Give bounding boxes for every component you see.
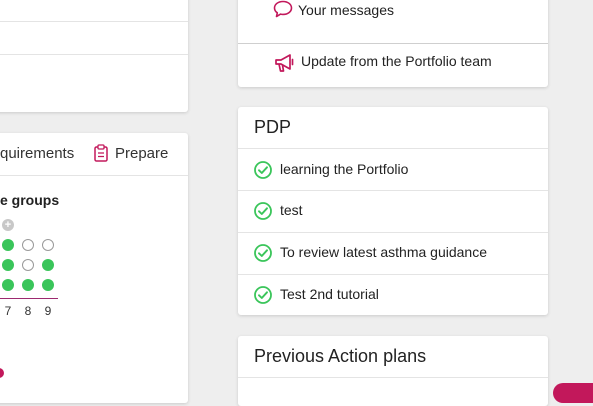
progress-dot [42,259,54,271]
check-circle-icon [254,202,272,220]
column-number: 8 [24,304,32,318]
pdp-item-label: To review latest asthma guidance [280,244,487,260]
pdp-item[interactable]: learning the Portfolio [238,149,548,190]
previous-action-plans-card: Previous Action plans [238,336,548,406]
messages-label: Your messages [298,2,394,18]
column-number: 7 [4,304,12,318]
megaphone-icon [275,54,294,72]
previous-action-plans-title: Previous Action plans [254,346,427,366]
requirements-card: quirements Prepare e groups + 7 8 9 [0,133,188,403]
divider [0,175,188,176]
pdp-item-label: test [280,202,303,218]
progress-dot [42,239,54,251]
check-circle-icon [254,161,272,179]
check-circle-icon [254,244,272,262]
update-row[interactable]: Update from the Portfolio team [238,44,548,87]
update-label: Update from the Portfolio team [301,53,492,69]
tab-prepare[interactable]: Prepare [115,145,168,162]
divider [0,21,188,22]
progress-dot [2,239,14,251]
divider [238,377,548,378]
pdp-card: PDP learning the Portfolio test To revie… [238,107,548,315]
pdp-item[interactable]: Test 2nd tutorial [238,275,548,315]
pdp-item-label: learning the Portfolio [280,161,409,177]
pdp-title: PDP [254,117,292,137]
clipboard-icon [94,144,108,162]
progress-dot [22,279,34,291]
column-number: 9 [44,304,52,318]
status-indicator [0,368,4,378]
left-top-card [0,0,188,112]
progress-dot [2,279,14,291]
messages-row[interactable]: Your messages [238,0,548,43]
column-baseline [0,298,58,299]
check-circle-icon [254,286,272,304]
pdp-item-label: Test 2nd tutorial [280,286,379,302]
divider [0,54,188,55]
tab-requirements[interactable]: quirements [0,145,74,162]
progress-dot [22,239,34,251]
progress-dot [2,259,14,271]
progress-dot [42,279,54,291]
pdp-item[interactable]: To review latest asthma guidance [238,233,548,274]
pdp-item[interactable]: test [238,191,548,232]
speech-bubble-icon [273,0,293,18]
add-icon[interactable]: + [2,219,14,231]
floating-action-edge[interactable] [553,383,593,403]
progress-dot [22,259,34,271]
notifications-card: Your messages Update from the Portfolio … [238,0,548,87]
groups-title: e groups [0,192,60,208]
